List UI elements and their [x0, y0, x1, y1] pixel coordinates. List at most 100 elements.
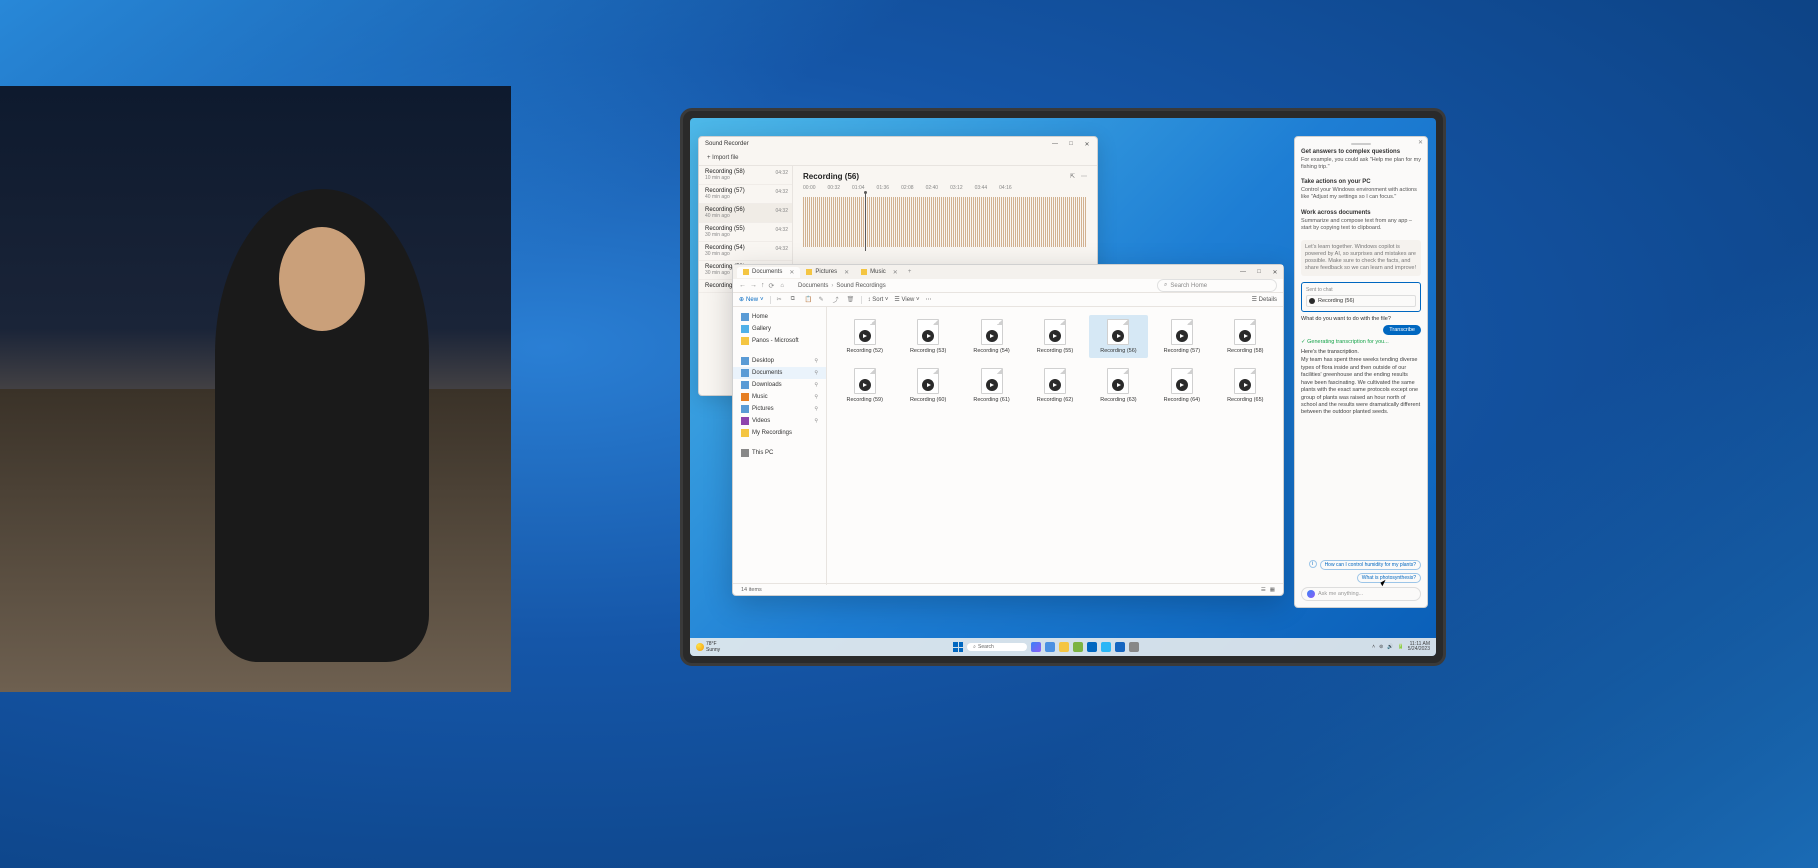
sidebar-item[interactable]: Music⚲: [733, 391, 826, 403]
recording-title: Recording (56): [803, 172, 859, 181]
more-button[interactable]: ⋯: [926, 296, 932, 303]
file-item[interactable]: Recording (53): [898, 315, 957, 358]
recording-list-item[interactable]: Recording (56)40 min ago04:32: [699, 204, 792, 223]
explorer-tabs: Documents✕Pictures✕Music✕+ — □ ✕: [733, 265, 1283, 279]
cut-icon[interactable]: ✂: [777, 296, 785, 303]
recording-list-item[interactable]: Recording (54)30 min ago04:32: [699, 242, 792, 261]
up-button[interactable]: ↑: [761, 282, 765, 290]
rename-icon[interactable]: ✎: [819, 296, 827, 303]
volume-icon[interactable]: 🔊: [1387, 644, 1393, 650]
app-icon-4[interactable]: [1115, 642, 1125, 652]
minimize-button[interactable]: —: [1051, 140, 1059, 148]
recording-list-item[interactable]: Recording (55)30 min ago04:32: [699, 223, 792, 242]
taskbar-search[interactable]: ⌕ Search: [967, 643, 1027, 651]
wifi-icon[interactable]: ⊚: [1379, 644, 1383, 650]
transcript-heading: Here's the transcription.: [1301, 349, 1421, 355]
copilot-input[interactable]: Ask me anything...: [1301, 587, 1421, 601]
sort-button[interactable]: ↕ Sort ˅: [868, 297, 889, 303]
copilot-taskbar-icon[interactable]: [1031, 642, 1041, 652]
recording-list-item[interactable]: Recording (57)40 min ago04:32: [699, 185, 792, 204]
chevron-up-icon[interactable]: ˄: [1372, 644, 1375, 650]
close-icon[interactable]: ✕: [1418, 139, 1423, 146]
timeline-ruler: 00:0000:3201:0401:3602:0802:4003:1203:44…: [803, 185, 1087, 191]
tab-close-icon[interactable]: ✕: [893, 269, 898, 276]
file-item[interactable]: Recording (59): [835, 364, 894, 407]
sidebar-item[interactable]: Desktop⚲: [733, 355, 826, 367]
info-icon[interactable]: i: [1309, 560, 1317, 568]
app-icon-3[interactable]: [1101, 642, 1111, 652]
forward-button[interactable]: →: [750, 282, 757, 290]
app-icon-2[interactable]: [1087, 642, 1097, 652]
suggestion-chip[interactable]: How can I control humidity for my plants…: [1320, 560, 1421, 570]
suggestion-chip[interactable]: What is photosynthesis?: [1357, 573, 1421, 583]
paste-icon[interactable]: 📋: [805, 296, 813, 303]
close-button[interactable]: ✕: [1083, 140, 1091, 148]
breadcrumb-segment[interactable]: Documents: [798, 283, 828, 289]
maximize-button[interactable]: □: [1067, 140, 1075, 148]
file-item[interactable]: Recording (61): [962, 364, 1021, 407]
start-button[interactable]: [953, 642, 963, 652]
sidebar-item[interactable]: Pictures⚲: [733, 403, 826, 415]
file-explorer-window[interactable]: Documents✕Pictures✕Music✕+—□✕ ← → ↑ ⟳ ⌂ …: [732, 264, 1284, 596]
transcribe-button[interactable]: Transcribe: [1383, 325, 1421, 335]
tab-close-icon[interactable]: ✕: [844, 269, 849, 276]
app-icon-1[interactable]: [1073, 642, 1083, 652]
copy-icon[interactable]: ⧉: [791, 296, 799, 303]
explorer-taskbar-icon[interactable]: [1059, 642, 1069, 652]
recording-list-item[interactable]: Recording (58)10 min ago04:32: [699, 166, 792, 185]
file-item[interactable]: Recording (57): [1152, 315, 1211, 358]
file-item[interactable]: Recording (60): [898, 364, 957, 407]
sound-recorder-taskbar-icon[interactable]: [1129, 642, 1139, 652]
breadcrumb-segment[interactable]: Sound Recordings: [836, 283, 885, 289]
battery-icon[interactable]: 🔋: [1398, 644, 1404, 650]
breadcrumb[interactable]: Documents›Sound Recordings: [798, 283, 886, 289]
task-view-icon[interactable]: [1045, 642, 1055, 652]
file-item[interactable]: Recording (62): [1025, 364, 1084, 407]
clock[interactable]: 11:11 AM 5/24/2023: [1408, 642, 1430, 653]
view-button[interactable]: ☰ View ˅: [894, 296, 919, 303]
file-item[interactable]: Recording (54): [962, 315, 1021, 358]
sidebar-item[interactable]: Home: [733, 311, 826, 323]
sidebar-item[interactable]: Videos⚲: [733, 415, 826, 427]
file-item[interactable]: Recording (58): [1216, 315, 1275, 358]
file-item[interactable]: Recording (63): [1089, 364, 1148, 407]
view-list-icon[interactable]: ☰: [1261, 587, 1266, 593]
file-item[interactable]: Recording (55): [1025, 315, 1084, 358]
new-tab-button[interactable]: +: [904, 269, 916, 275]
search-input[interactable]: ⌕ Search Home: [1157, 279, 1277, 292]
back-button[interactable]: ←: [739, 282, 746, 290]
delete-icon[interactable]: 🗑: [847, 296, 855, 303]
close-button[interactable]: ✕: [1271, 268, 1279, 276]
sidebar-item[interactable]: Documents⚲: [733, 367, 826, 379]
minimize-button[interactable]: —: [1239, 268, 1247, 276]
file-item[interactable]: Recording (64): [1152, 364, 1211, 407]
explorer-tab[interactable]: Documents✕: [737, 267, 800, 278]
taskbar[interactable]: 78°F Sunny ⌕ Search ˄: [690, 638, 1436, 656]
more-icon[interactable]: ⋯: [1081, 173, 1087, 180]
explorer-tab[interactable]: Pictures✕: [800, 267, 855, 278]
import-file-button[interactable]: + Import file: [699, 151, 1097, 166]
sidebar-item[interactable]: Downloads⚲: [733, 379, 826, 391]
sidebar-item[interactable]: Gallery: [733, 323, 826, 335]
waveform[interactable]: [803, 197, 1087, 247]
explorer-tab[interactable]: Music✕: [855, 267, 904, 278]
new-button[interactable]: ⊕ New ˅: [739, 296, 764, 303]
sidebar-item[interactable]: This PC: [733, 447, 826, 459]
tab-close-icon[interactable]: ✕: [789, 269, 794, 276]
share-icon[interactable]: ⇱: [1070, 173, 1075, 180]
maximize-button[interactable]: □: [1255, 268, 1263, 276]
sidebar-item[interactable]: My Recordings: [733, 427, 826, 439]
view-grid-icon[interactable]: ▦: [1270, 587, 1275, 593]
share-icon[interactable]: ⤴: [833, 295, 841, 304]
weather-widget[interactable]: 78°F Sunny: [696, 641, 720, 653]
file-item[interactable]: Recording (52): [835, 315, 894, 358]
copilot-panel[interactable]: ✕ Get answers to complex questionsFor ex…: [1294, 136, 1428, 608]
sidebar-item[interactable]: Panos - Microsoft: [733, 335, 826, 347]
home-icon[interactable]: ⌂: [780, 283, 784, 289]
file-item[interactable]: Recording (56): [1089, 315, 1148, 358]
file-item[interactable]: Recording (65): [1216, 364, 1275, 407]
sent-file-chip[interactable]: Recording (56): [1306, 295, 1416, 307]
details-button[interactable]: ☰ Details: [1252, 296, 1277, 303]
drag-handle[interactable]: [1351, 143, 1371, 145]
refresh-button[interactable]: ⟳: [769, 282, 775, 290]
